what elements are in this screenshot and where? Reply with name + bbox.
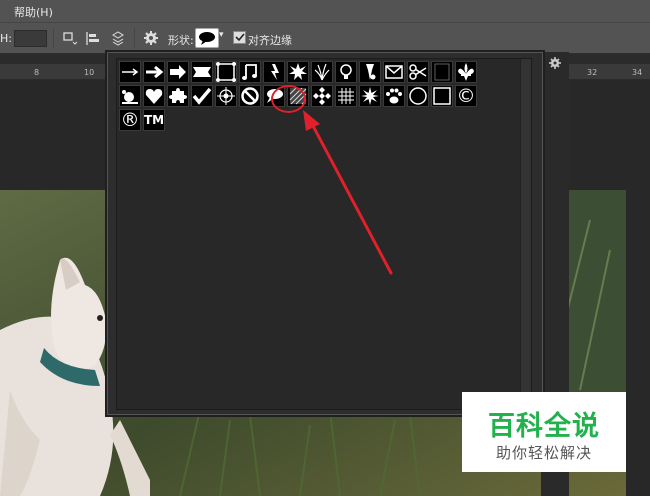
watermark-title: 百科全说 [488,411,600,442]
watermark-logo: 百科全说 助你轻松解决 [462,392,626,472]
watermark-subtitle: 助你轻松解决 [495,444,592,462]
